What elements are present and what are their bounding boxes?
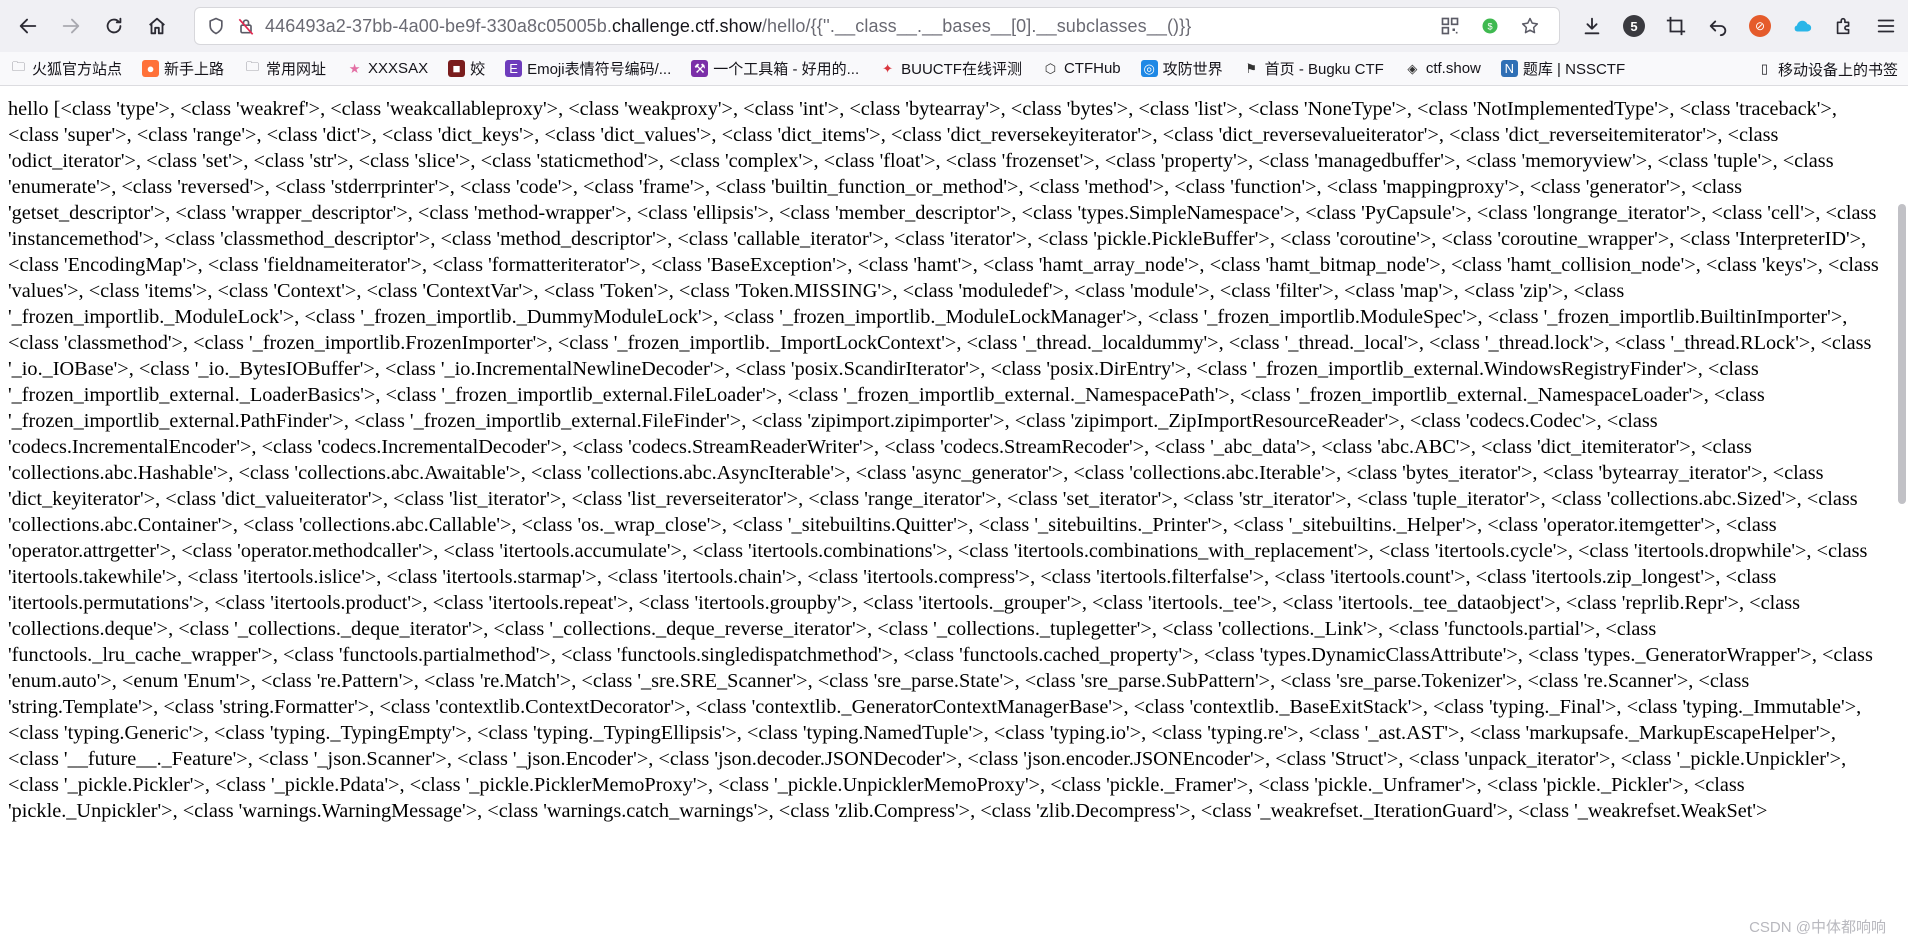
- bookmark-item[interactable]: ⚑ 首页 - Bugku CTF: [1243, 58, 1384, 79]
- bookmark-label: 题库 | NSSCTF: [1522, 61, 1626, 78]
- reload-button[interactable]: [96, 8, 132, 44]
- scrollbar[interactable]: [1896, 86, 1908, 945]
- download-icon: [1584, 17, 1600, 35]
- svg-text:$: $: [1487, 21, 1492, 31]
- emoji-icon: E: [505, 60, 523, 77]
- arrow-right-icon: [62, 18, 80, 34]
- cloud-extension-button[interactable]: [1784, 8, 1820, 44]
- bookmark-item[interactable]: ⚒ 一个工具箱 - 好用的...: [691, 58, 859, 79]
- bookmark-label: 首页 - Bugku CTF: [1264, 61, 1384, 78]
- bookmark-label: 一个工具箱 - 好用的...: [713, 61, 860, 78]
- nssctf-icon: N: [1500, 60, 1518, 77]
- bookmark-label: 新手上路: [164, 61, 225, 78]
- toolbar-right: 5 ⊘: [1574, 8, 1904, 44]
- bookmark-label: ctf.show: [1425, 60, 1481, 77]
- bookmark-item[interactable]: ⬡ CTFHub: [1042, 60, 1121, 77]
- bookmark-label: CTFHub: [1063, 60, 1121, 77]
- bookmark-label: 常用网址: [266, 61, 327, 78]
- bookmark-label: 姣: [470, 61, 486, 78]
- bookmark-label: Emoji表情符号编码/...: [527, 61, 672, 78]
- blocker-icon: ⊘: [1749, 15, 1771, 37]
- extensions-button[interactable]: [1826, 8, 1862, 44]
- page-content: hello [<class 'type'>, <class 'weakref'>…: [8, 98, 1879, 822]
- star-icon: ★: [348, 60, 361, 76]
- bookmark-item[interactable]: ■ 姣: [448, 58, 485, 79]
- menu-button[interactable]: [1868, 8, 1904, 44]
- home-button[interactable]: [139, 8, 175, 44]
- mobile-bookmarks-folder[interactable]: ▯ 移动设备上的书签: [1747, 52, 1898, 85]
- bookmark-label: BUUCTF在线评测: [901, 61, 1022, 78]
- undo-button[interactable]: [1700, 8, 1736, 44]
- bookmarks-bar: 🗀 火狐官方站点 ● 新手上路 🗀 常用网址 ★ XXXSAX ■ 姣 E Emoji表情符号编码/.…: [0, 52, 1908, 86]
- bookmark-item[interactable]: 🗀 常用网址: [244, 58, 326, 79]
- bookmark-label: XXXSAX: [368, 60, 429, 77]
- bookmark-item[interactable]: ✦ BUUCTF在线评测: [879, 58, 1022, 79]
- browser-toolbar: 446493a2-37bb-4a00-be9f-330a8c05005b.cha…: [0, 0, 1908, 52]
- bookmark-item[interactable]: ● 新手上路: [142, 58, 224, 79]
- flag-icon: ⚑: [1245, 60, 1257, 76]
- downloads-button[interactable]: [1574, 8, 1610, 44]
- bookmark-item[interactable]: ◈ ctf.show: [1404, 60, 1481, 77]
- blocker-extension-button[interactable]: ⊘: [1742, 8, 1778, 44]
- bookmark-item[interactable]: 🗀 火狐官方站点: [10, 58, 122, 79]
- bookmark-item[interactable]: ◎ 攻防世界: [1140, 58, 1223, 79]
- extension-green-icon[interactable]: $: [1479, 15, 1501, 37]
- undo-icon: [1709, 20, 1727, 37]
- arrow-left-icon: [19, 18, 37, 34]
- bookmark-item[interactable]: E Emoji表情符号编码/...: [505, 58, 671, 79]
- toolbox-icon: ⚒: [691, 60, 709, 77]
- screenshot-button[interactable]: [1658, 8, 1694, 44]
- back-button[interactable]: [10, 8, 46, 44]
- scrollbar-thumb[interactable]: [1898, 204, 1906, 504]
- url-prefix: 446493a2-37bb-4a00-be9f-330a8c05005b.: [265, 15, 613, 36]
- ctfshow-icon: ◈: [1407, 60, 1418, 76]
- site-icon: ■: [448, 60, 466, 77]
- reload-icon: [106, 17, 122, 34]
- forward-button[interactable]: [53, 8, 89, 44]
- firefox-icon: ●: [142, 60, 160, 77]
- url-text[interactable]: 446493a2-37bb-4a00-be9f-330a8c05005b.cha…: [265, 16, 1431, 37]
- folder-icon: 🗀: [246, 58, 260, 74]
- url-host: challenge.ctf.show: [612, 15, 762, 36]
- bookmark-item[interactable]: ★ XXXSAX: [346, 60, 428, 77]
- bookmark-star-icon[interactable]: [1519, 15, 1541, 37]
- puzzle-icon: [1836, 17, 1850, 35]
- bookmark-label: 攻防世界: [1162, 61, 1223, 78]
- bookmark-item[interactable]: N 题库 | NSSCTF: [1500, 58, 1626, 79]
- bookmark-label: 火狐官方站点: [32, 61, 123, 78]
- home-icon: [149, 17, 165, 35]
- shield-icon[interactable]: [205, 15, 227, 37]
- mobile-device-icon: ▯: [1760, 61, 1769, 76]
- cloud-icon: [1794, 20, 1812, 32]
- url-bar[interactable]: 446493a2-37bb-4a00-be9f-330a8c05005b.cha…: [194, 7, 1560, 45]
- crop-icon: [1666, 16, 1686, 36]
- adworld-icon: ◎: [1140, 60, 1158, 77]
- download-count-badge: 5: [1623, 15, 1645, 37]
- watermark-text: CSDN @中体都响响: [1749, 919, 1886, 936]
- insecure-lock-icon[interactable]: [235, 15, 257, 37]
- mobile-bookmarks-label: 移动设备上的书签: [1777, 61, 1898, 79]
- url-path: /hello/{{''.__class__.__bases__[0].__sub…: [761, 15, 1192, 36]
- qr-code-icon[interactable]: [1439, 15, 1461, 37]
- buuctf-icon: ✦: [882, 60, 894, 76]
- folder-icon: 🗀: [11, 58, 25, 74]
- hamburger-menu-icon: [1877, 19, 1895, 33]
- ctfhub-icon: ⬡: [1044, 60, 1057, 76]
- counter-badge-button[interactable]: 5: [1616, 8, 1652, 44]
